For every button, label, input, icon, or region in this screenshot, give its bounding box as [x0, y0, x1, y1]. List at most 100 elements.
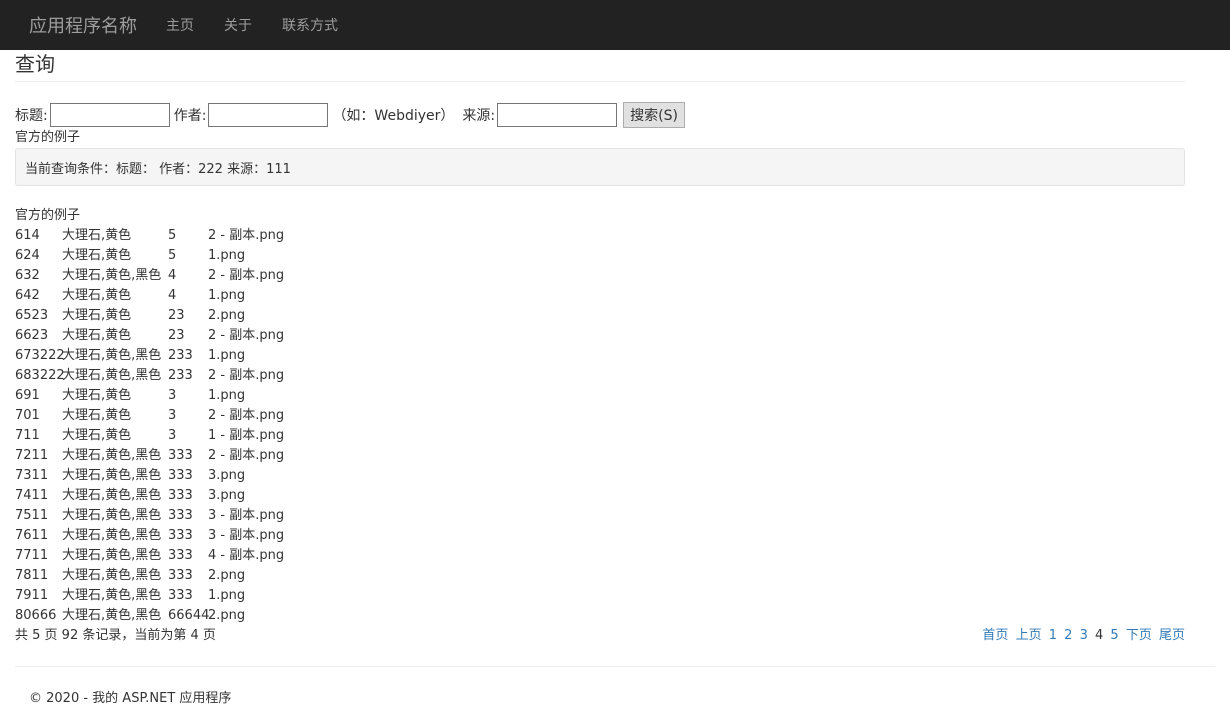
record-file: 3.png: [208, 468, 246, 483]
summary-text: 共 5 页 92 条记录，当前为第 4 页: [15, 628, 216, 643]
record-file: 1.png: [208, 348, 246, 363]
list-item: 711 大理石,黄色 3 1 - 副本.png: [15, 426, 1185, 446]
record-file: 1.png: [208, 588, 246, 603]
pager-page-1[interactable]: 1: [1049, 628, 1057, 643]
record-id: 683222: [15, 368, 65, 383]
record-file: 2.png: [208, 568, 246, 583]
record-file: 3.png: [208, 488, 246, 503]
record-material: 大理石,黄色,黑色: [62, 548, 162, 563]
pager-page-5[interactable]: 5: [1110, 628, 1118, 643]
pager-row: 共 5 页 92 条记录，当前为第 4 页 首页 上页 1 2 3 4 5 下页…: [15, 626, 1185, 646]
record-id: 7511: [15, 508, 49, 523]
navbar: 应用程序名称 主页 关于 联系方式: [0, 0, 1230, 50]
record-material: 大理石,黄色: [62, 308, 132, 323]
record-material: 大理石,黄色: [62, 408, 132, 423]
list-item: 7411 大理石,黄色,黑色 333 3.png: [15, 486, 1185, 506]
pager-next[interactable]: 下页: [1126, 628, 1152, 643]
author-input[interactable]: [208, 103, 329, 127]
nav-about[interactable]: 关于: [224, 15, 252, 35]
record-count: 333: [168, 528, 193, 543]
list-item: 80666 大理石,黄色,黑色 66644 2.png: [15, 606, 1185, 626]
record-id: 7411: [15, 488, 49, 503]
record-material: 大理石,黄色: [62, 328, 132, 343]
record-id: 624: [15, 248, 40, 263]
list-item: 673222 大理石,黄色,黑色 233 1.png: [15, 346, 1185, 366]
record-count: 333: [168, 448, 193, 463]
record-count: 233: [168, 368, 193, 383]
record-file: 3 - 副本.png: [208, 508, 285, 523]
list-item: 6523 大理石,黄色 23 2.png: [15, 306, 1185, 326]
record-count: 23: [168, 328, 185, 343]
record-count: 233: [168, 348, 193, 363]
source-label: 来源:: [462, 108, 496, 124]
main-content: 查询 标题: 作者: （如：Webdiyer） 来源: 搜索(S) 官方的例子 …: [0, 50, 1230, 646]
record-material: 大理石,黄色: [62, 288, 132, 303]
record-count: 66644: [168, 608, 210, 623]
record-count: 333: [168, 568, 193, 583]
list-item: 7511 大理石,黄色,黑色 333 3 - 副本.png: [15, 506, 1185, 526]
record-count: 333: [168, 468, 193, 483]
record-material: 大理石,黄色,黑色: [62, 588, 162, 603]
record-file: 4 - 副本.png: [208, 548, 285, 563]
list-item: 7211 大理石,黄色,黑色 333 2 - 副本.png: [15, 446, 1185, 466]
record-material: 大理石,黄色: [62, 228, 132, 243]
record-id: 7611: [15, 528, 49, 543]
record-id: 80666: [15, 608, 57, 623]
list-item: 7711 大理石,黄色,黑色 333 4 - 副本.png: [15, 546, 1185, 566]
list-item: 6623 大理石,黄色 23 2 - 副本.png: [15, 326, 1185, 346]
record-material: 大理石,黄色,黑色: [62, 368, 162, 383]
brand-link[interactable]: 应用程序名称: [29, 12, 137, 38]
record-id: 7811: [15, 568, 49, 583]
example-label: 官方的例子: [15, 130, 81, 145]
record-file: 1.png: [208, 288, 246, 303]
record-file: 2 - 副本.png: [208, 268, 285, 283]
record-id: 7211: [15, 448, 49, 463]
source-input[interactable]: [497, 103, 618, 127]
pager-last[interactable]: 尾页: [1159, 628, 1185, 643]
record-material: 大理石,黄色: [62, 248, 132, 263]
page-title: 查询: [15, 50, 1185, 82]
record-id: 7911: [15, 588, 49, 603]
nav-home[interactable]: 主页: [166, 15, 194, 35]
pager-page-2[interactable]: 2: [1064, 628, 1072, 643]
record-file: 2 - 副本.png: [208, 228, 285, 243]
record-material: 大理石,黄色,黑色: [62, 508, 162, 523]
record-count: 4: [168, 268, 177, 283]
list-item: 7911 大理石,黄色,黑色 333 1.png: [15, 586, 1185, 606]
record-material: 大理石,黄色,黑色: [62, 268, 162, 283]
record-id: 614: [15, 228, 40, 243]
record-count: 333: [168, 488, 193, 503]
record-count: 5: [168, 228, 177, 243]
record-material: 大理石,黄色,黑色: [62, 348, 162, 363]
nav-contact[interactable]: 联系方式: [282, 15, 338, 35]
pager-prev[interactable]: 上页: [1016, 628, 1042, 643]
record-file: 2 - 副本.png: [208, 448, 285, 463]
pager-page-3[interactable]: 3: [1080, 628, 1088, 643]
record-material: 大理石,黄色,黑色: [62, 448, 162, 463]
record-count: 333: [168, 508, 193, 523]
search-button[interactable]: 搜索(S): [623, 102, 685, 128]
title-label: 标题:: [15, 108, 48, 124]
record-material: 大理石,黄色,黑色: [62, 488, 162, 503]
record-count: 3: [168, 408, 177, 423]
record-count: 5: [168, 248, 177, 263]
title-input[interactable]: [49, 103, 170, 127]
record-count: 3: [168, 428, 177, 443]
list-item: 632 大理石,黄色,黑色 4 2 - 副本.png: [15, 266, 1185, 286]
list-item: 7611 大理石,黄色,黑色 333 3 - 副本.png: [15, 526, 1185, 546]
pager: 首页 上页 1 2 3 4 5 下页 尾页: [979, 626, 1185, 646]
record-material: 大理石,黄色: [62, 388, 132, 403]
pager-current-page: 4: [1094, 628, 1104, 643]
record-material: 大理石,黄色,黑色: [62, 468, 162, 483]
record-file: 2.png: [208, 308, 246, 323]
example-label-2: 官方的例子: [15, 208, 81, 223]
footer: © 2020 - 我的 ASP.NET 应用程序: [29, 691, 232, 706]
record-material: 大理石,黄色,黑色: [62, 568, 162, 583]
record-id: 711: [15, 428, 40, 443]
record-count: 3: [168, 388, 177, 403]
list-item: 624 大理石,黄色 5 1.png: [15, 246, 1185, 266]
pager-first[interactable]: 首页: [982, 628, 1008, 643]
list-item: 7811 大理石,黄色,黑色 333 2.png: [15, 566, 1185, 586]
records-list: 614 大理石,黄色 5 2 - 副本.png 624 大理石,黄色 5 1.png 632 大理…: [15, 226, 1185, 626]
list-item: 642 大理石,黄色 4 1.png: [15, 286, 1185, 306]
